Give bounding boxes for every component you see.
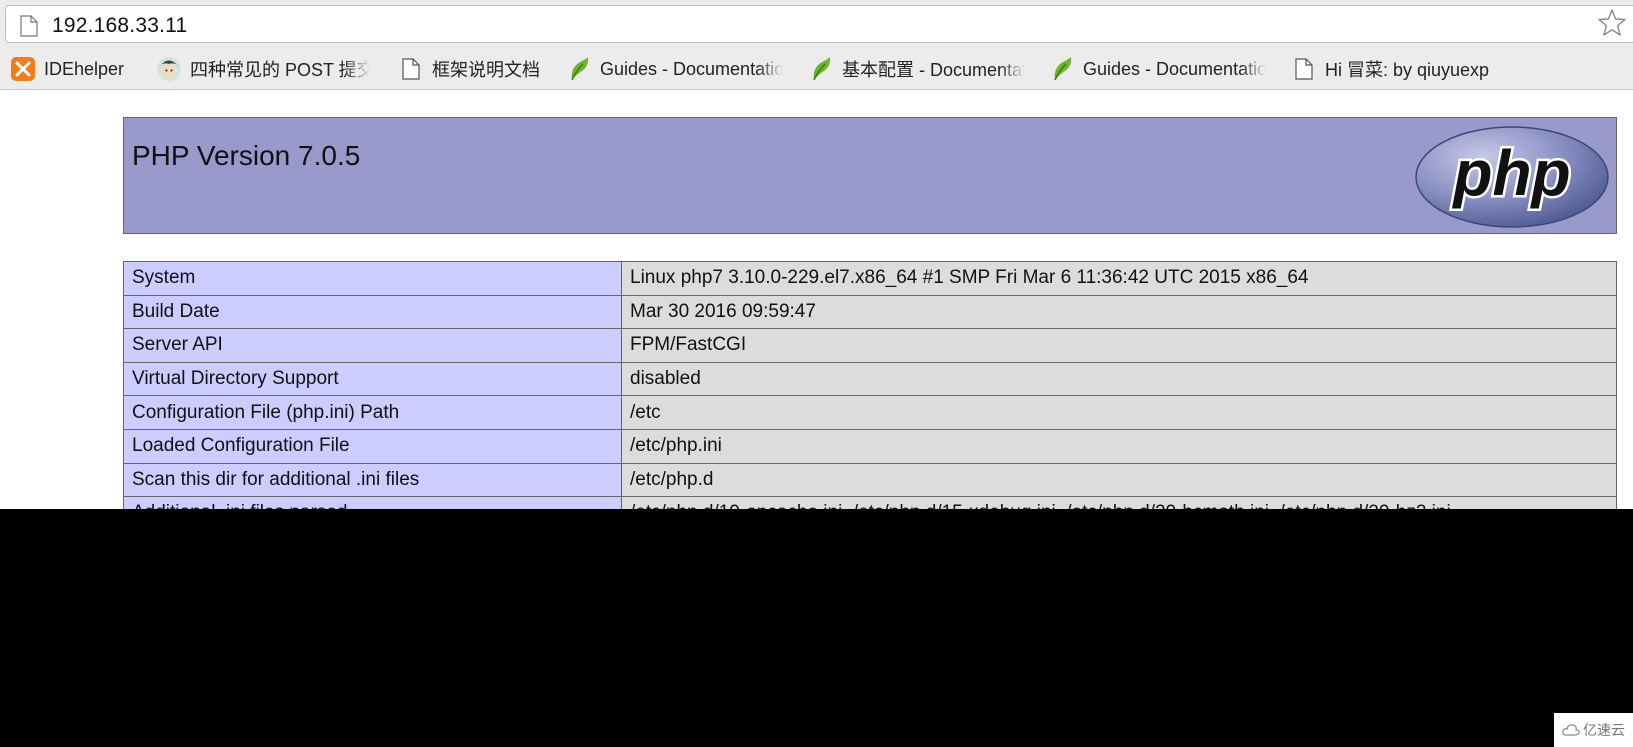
row-value: /etc/php.d (621, 462, 1617, 498)
bookmark-label: Guides - Documentation (1083, 58, 1266, 80)
table-row: Server API FPM/FastCGI (123, 328, 1617, 363)
page-icon (20, 15, 38, 37)
row-value: FPM/FastCGI (621, 328, 1617, 363)
row-label: Loaded Configuration File (123, 428, 622, 464)
black-overlay (0, 509, 1633, 747)
table-row: Build Date Mar 30 2016 09:59:47 (123, 294, 1617, 330)
bookmark-item[interactable]: 四种常见的 POST 提交 (156, 54, 370, 84)
row-value: Mar 30 2016 09:59:47 (621, 294, 1617, 330)
php-logo-icon[interactable]: php php (1414, 125, 1610, 229)
leaf-icon (566, 56, 592, 82)
row-label: Virtual Directory Support (123, 361, 622, 397)
row-value: disabled (621, 361, 1617, 397)
avatar-icon (156, 56, 182, 82)
bookmark-item[interactable]: 框架说明文档 (398, 54, 540, 84)
page-title: PHP Version 7.0.5 (132, 140, 361, 171)
bookmark-label: 四种常见的 POST 提交 (190, 56, 370, 82)
bookmark-label: Hi 冒菜: by qiuyuexp (1325, 60, 1490, 80)
row-label: Scan this dir for additional .ini files (123, 462, 622, 498)
watermark-text: 亿速云 (1583, 722, 1625, 738)
row-label: Server API (123, 328, 622, 363)
phpinfo-header: PHP Version 7.0.5 php php (123, 117, 1617, 234)
bookmark-item[interactable]: Guides - Documentation (566, 54, 783, 84)
table-row: Scan this dir for additional .ini files /… (123, 462, 1617, 498)
xampp-icon (10, 56, 36, 82)
bookmark-label: 框架说明文档 (432, 60, 540, 80)
url-field[interactable]: 192.168.33.11 (5, 5, 1633, 43)
cloud-icon (1562, 724, 1580, 736)
table-row: Virtual Directory Support disabled (123, 361, 1617, 397)
row-value: /etc (621, 395, 1617, 430)
row-label: Configuration File (php.ini) Path (123, 395, 622, 430)
row-value: Linux php7 3.10.0-229.el7.x86_64 #1 SMP … (621, 261, 1617, 296)
watermark: 亿速云 (1554, 713, 1633, 747)
bookmark-item[interactable]: 基本配置 - Documentation (808, 54, 1025, 84)
row-label: System (123, 261, 622, 296)
address-bar: 192.168.33.11 (0, 0, 1633, 48)
row-value: /etc/php.ini (621, 428, 1617, 464)
leaf-icon (1049, 56, 1075, 82)
bookmark-item[interactable]: IDEhelper (10, 54, 124, 84)
logo-text: php (1451, 137, 1570, 209)
phpinfo-table: System Linux php7 3.10.0-229.el7.x86_64 #… (123, 261, 1617, 531)
leaf-icon (808, 56, 834, 82)
bookmarks-bar: IDEhelper 四种常见的 POST 提交 框架说明文档 Guides - … (0, 48, 1633, 90)
bookmark-item[interactable]: Hi 冒菜: by qiuyuexp (1291, 54, 1489, 84)
bookmark-star-icon[interactable] (1597, 8, 1627, 38)
page-icon (398, 56, 424, 82)
bookmark-item[interactable]: Guides - Documentation (1049, 54, 1266, 84)
row-label: Build Date (123, 294, 622, 330)
page-icon (1291, 56, 1317, 82)
bookmark-label: 基本配置 - Documentation (842, 56, 1025, 82)
url-text[interactable]: 192.168.33.11 (52, 14, 187, 38)
table-row: System Linux php7 3.10.0-229.el7.x86_64 #… (123, 261, 1617, 296)
table-row: Configuration File (php.ini) Path/etc (123, 395, 1617, 430)
table-row: Loaded Configuration File/etc/php.ini (123, 428, 1617, 464)
bookmark-label: Guides - Documentation (600, 58, 783, 80)
bookmark-label: IDEhelper (44, 58, 125, 79)
